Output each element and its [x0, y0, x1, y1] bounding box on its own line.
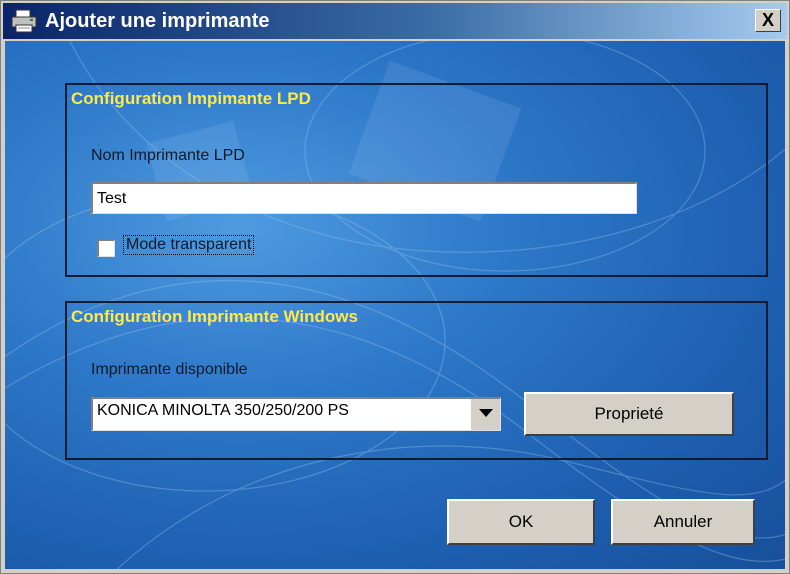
cancel-button[interactable]: Annuler	[611, 499, 755, 545]
title-bar[interactable]: Ajouter une imprimante X	[3, 3, 787, 39]
close-button[interactable]: X	[755, 9, 781, 32]
properties-button[interactable]: Proprieté	[524, 392, 734, 436]
windows-group-title: Configuration Imprimante Windows	[71, 307, 358, 326]
close-icon: X	[761, 10, 774, 30]
lpd-group-title: Configuration Impimante LPD	[71, 89, 311, 108]
window-title: Ajouter une imprimante	[45, 10, 270, 32]
chevron-down-icon[interactable]	[470, 399, 500, 430]
lpd-name-label: Nom Imprimante LPD	[91, 147, 245, 164]
printer-icon	[11, 9, 37, 33]
windows-config-group: Configuration Imprimante Windows Imprima…	[65, 301, 768, 460]
lpd-name-input[interactable]	[91, 182, 637, 214]
lpd-config-group: Configuration Impimante LPD Nom Impriman…	[65, 83, 768, 277]
printer-select-value: KONICA MINOLTA 350/250/200 PS	[97, 402, 349, 419]
ok-button[interactable]: OK	[447, 499, 595, 545]
dialog-body: Configuration Impimante LPD Nom Impriman…	[5, 41, 785, 569]
transparent-mode-checkbox[interactable]	[97, 239, 115, 257]
add-printer-dialog: Ajouter une imprimante X Configuration I…	[0, 0, 790, 574]
available-printer-label: Imprimante disponible	[91, 361, 248, 378]
transparent-mode-label[interactable]: Mode transparent	[123, 235, 255, 255]
printer-select[interactable]: KONICA MINOLTA 350/250/200 PS	[91, 397, 501, 431]
